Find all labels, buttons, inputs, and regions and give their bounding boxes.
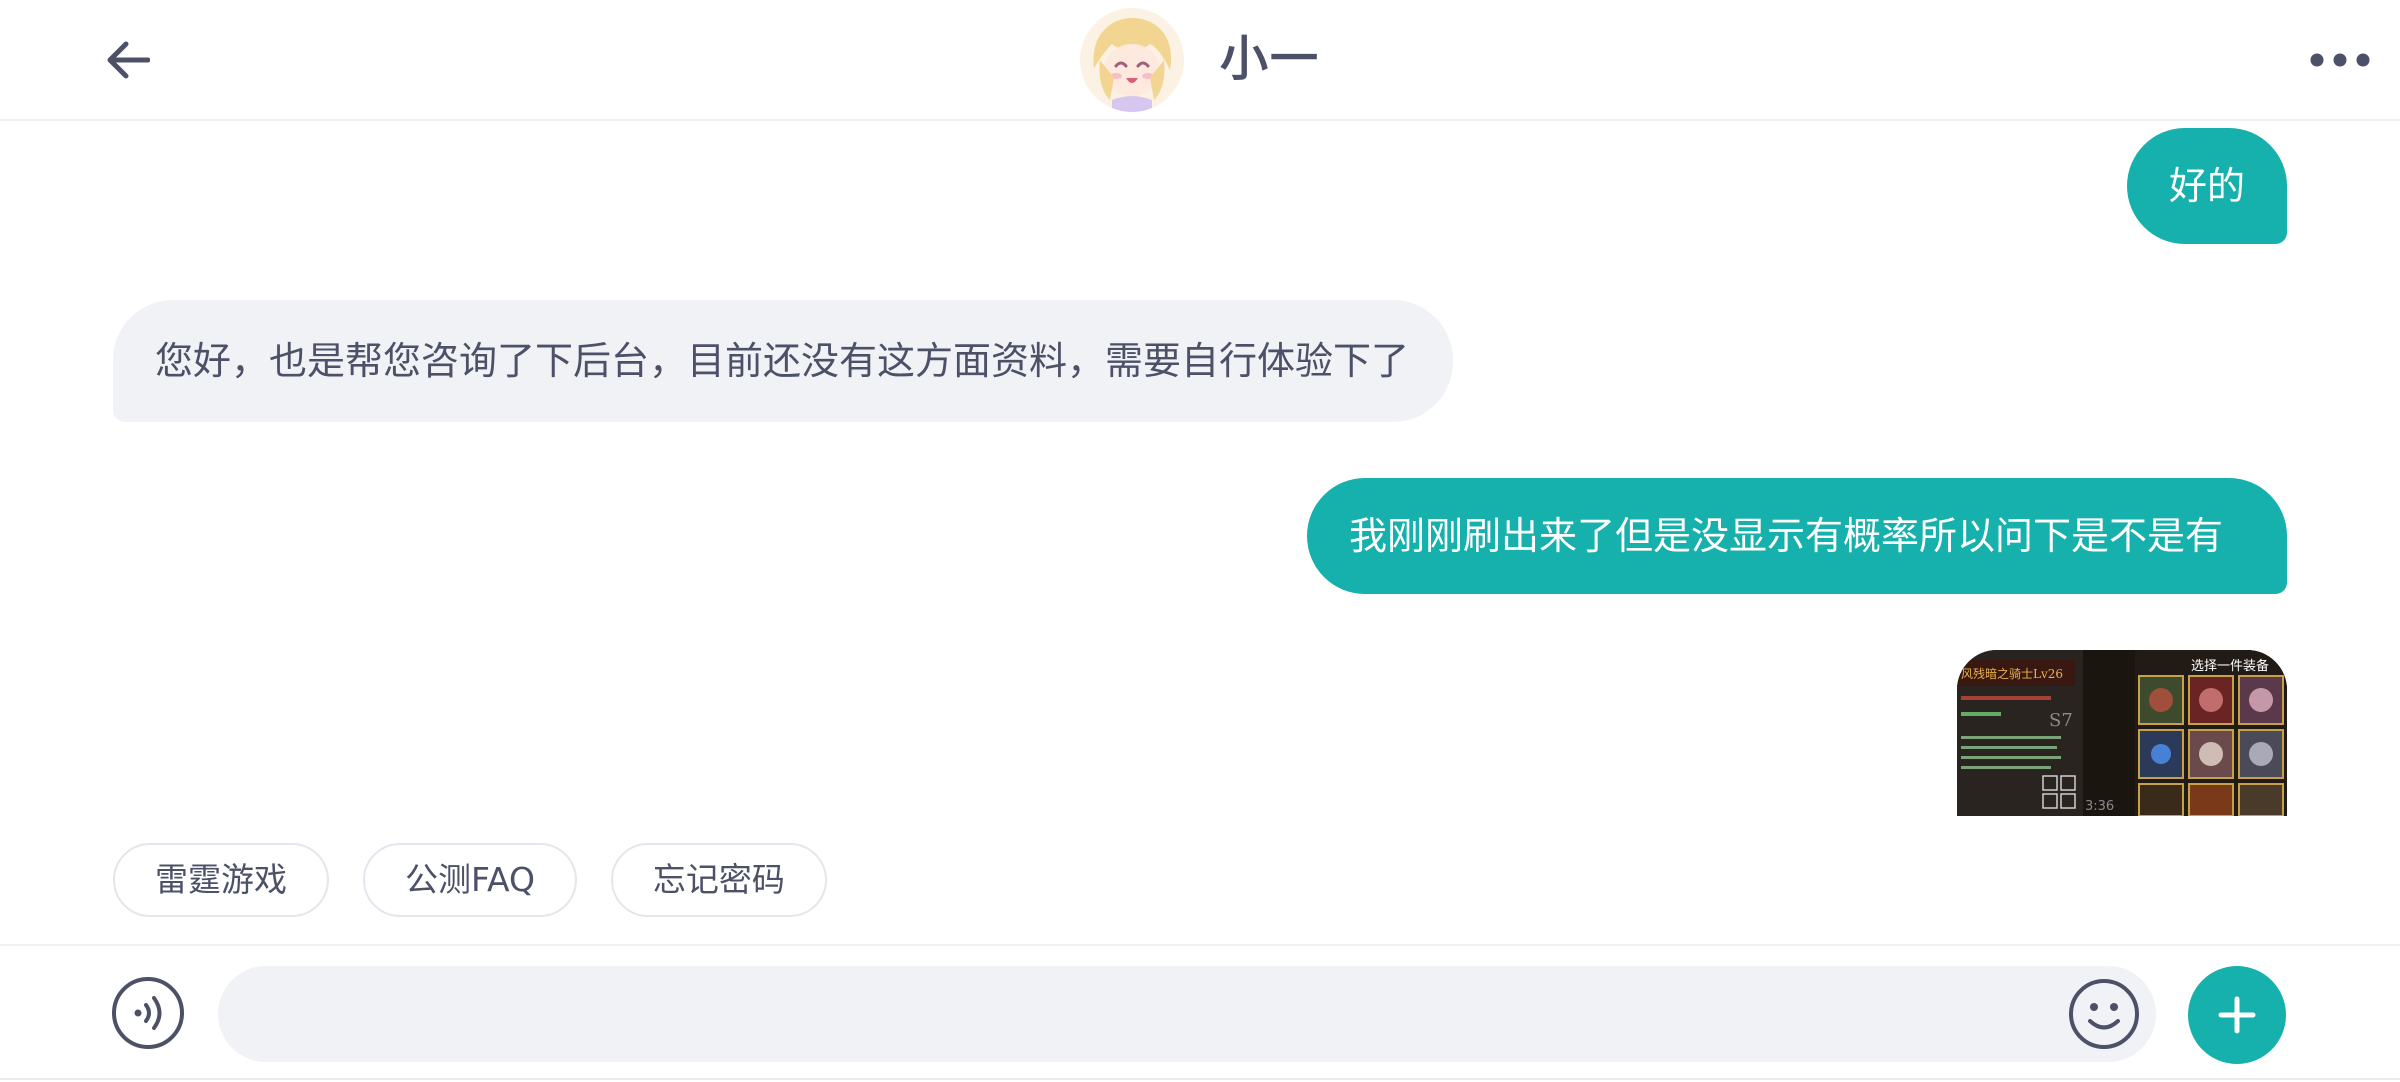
quick-reply-chip[interactable]: 忘记密码 bbox=[610, 843, 827, 917]
message-input[interactable] bbox=[218, 966, 2156, 1062]
more-actions-button[interactable] bbox=[2188, 966, 2286, 1064]
quick-replies: 雷霆游戏 公测FAQ 忘记密码 bbox=[113, 843, 827, 917]
more-horizontal-icon bbox=[2310, 53, 2370, 67]
back-button[interactable] bbox=[88, 24, 168, 96]
hero-name-text: 风残暗之骑士Lv26 bbox=[1961, 666, 2063, 681]
badge-text: S7 bbox=[2049, 710, 2073, 731]
game-screenshot-thumbnail: 风残暗之骑士Lv26 S7 3:36 选择一件装备 bbox=[1957, 650, 2287, 816]
incoming-message[interactable]: 您好，也是帮您咨询了下后台，目前还没有这方面资料，需要自行体验下了 bbox=[113, 300, 1453, 422]
emoji-button[interactable] bbox=[2068, 978, 2140, 1050]
select-equipment-title: 选择一件装备 bbox=[2191, 658, 2269, 674]
quick-reply-chip[interactable]: 公测FAQ bbox=[363, 843, 577, 917]
anime-girl-avatar bbox=[1080, 8, 1184, 112]
arrow-left-icon bbox=[107, 41, 150, 79]
plus-icon bbox=[2218, 996, 2256, 1034]
contact-name: 小一 bbox=[1220, 31, 1321, 87]
quick-reply-chip[interactable]: 雷霆游戏 bbox=[113, 843, 329, 917]
voice-button[interactable] bbox=[111, 976, 185, 1050]
contact-avatar[interactable] bbox=[1080, 8, 1184, 112]
smiley-icon bbox=[2069, 979, 2139, 1049]
more-button[interactable] bbox=[2300, 30, 2380, 90]
input-bar bbox=[0, 944, 2400, 1082]
outgoing-message[interactable]: 好的 bbox=[2127, 128, 2287, 244]
timer-text: 3:36 bbox=[2085, 799, 2114, 814]
outgoing-message[interactable]: 我刚刚刷出来了但是没显示有概率所以问下是不是有 bbox=[1307, 478, 2287, 594]
image-message[interactable]: 风残暗之骑士Lv26 S7 3:36 选择一件装备 bbox=[1957, 650, 2287, 816]
voice-input-icon bbox=[112, 977, 184, 1049]
chat-header: 小一 bbox=[0, 0, 2400, 121]
